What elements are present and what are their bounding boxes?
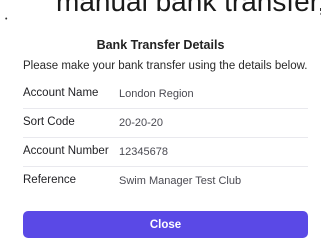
detail-row-sort-code: Sort Code 20-20-20	[23, 109, 308, 138]
detail-row-account-number: Account Number 12345678	[23, 138, 308, 167]
modal-intro-text: Please make your bank transfer using the…	[23, 60, 308, 72]
detail-value: Swim Manager Test Club	[119, 175, 242, 187]
modal-title: Bank Transfer Details	[96, 38, 225, 52]
detail-label: Account Number	[23, 145, 109, 157]
detail-value: 12345678	[119, 146, 168, 158]
close-button[interactable]: Close	[23, 211, 308, 238]
bank-details-list: Account Name London Region Sort Code 20-…	[23, 80, 308, 196]
detail-value: London Region	[119, 88, 194, 100]
detail-label: Reference	[23, 174, 77, 186]
bank-transfer-modal: Bank Transfer Details Please make your b…	[0, 0, 321, 244]
detail-row-account-name: Account Name London Region	[23, 80, 308, 109]
detail-value: 20-20-20	[119, 117, 164, 129]
detail-label: Sort Code	[23, 116, 75, 128]
detail-label: Account Name	[23, 87, 99, 99]
detail-row-reference: Reference Swim Manager Test Club	[23, 167, 308, 196]
